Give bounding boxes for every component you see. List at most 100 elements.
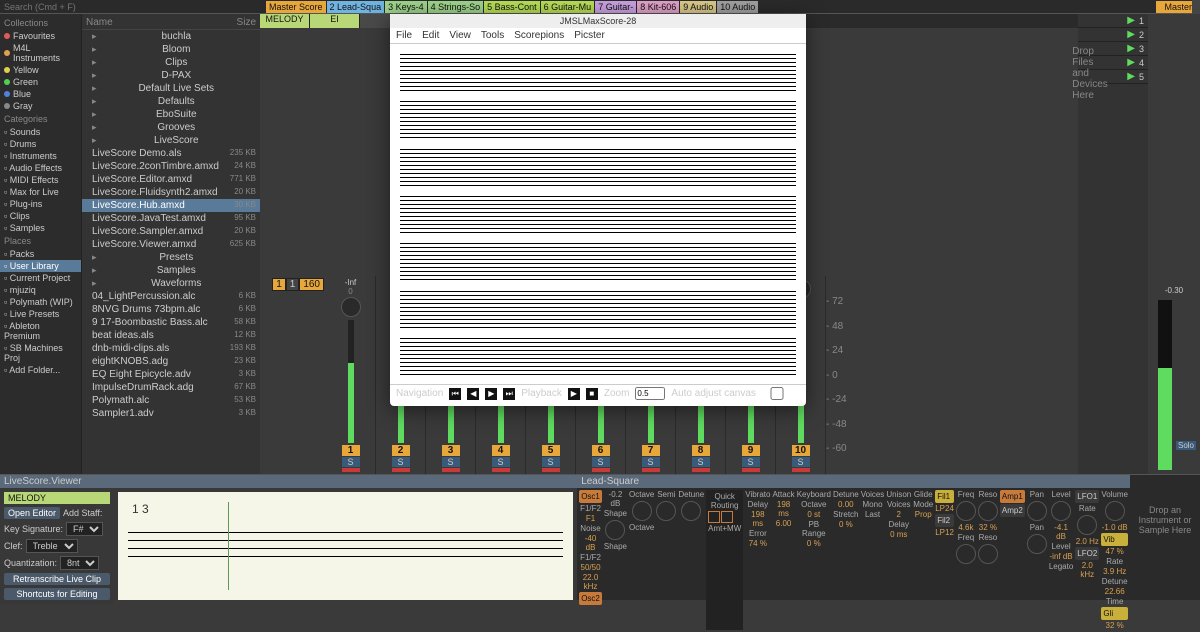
legato[interactable]: Legato	[1049, 562, 1073, 571]
fil1-button[interactable]: Fil1	[935, 490, 954, 503]
file-row[interactable]: 04_LightPercussion.alc6 KB	[82, 290, 260, 303]
level-knob[interactable]	[1051, 501, 1071, 521]
shortcuts-button[interactable]: Shortcuts for Editing	[4, 588, 110, 600]
category-item[interactable]: ▫ Sounds	[0, 126, 81, 138]
auto-adjust-checkbox[interactable]	[762, 387, 792, 400]
nav-prev-icon[interactable]: ◀	[467, 388, 479, 400]
file-row[interactable]: ImpulseDrumRack.adg67 KB	[82, 381, 260, 394]
file-row[interactable]: LiveScore.JavaTest.amxd95 KB	[82, 212, 260, 225]
category-item[interactable]: ▫ Instruments	[0, 150, 81, 162]
track-tab[interactable]: 6 Guitar-Mu	[541, 1, 595, 13]
open-editor-button[interactable]: Open Editor	[4, 507, 60, 519]
category-item[interactable]: ▫ MIDI Effects	[0, 174, 81, 186]
score-window[interactable]: JMSLMaxScore-28 FileEditViewToolsScorepi…	[390, 14, 806, 406]
score-menu-item[interactable]: Picster	[574, 30, 605, 41]
folder-row[interactable]: Clips	[82, 56, 260, 69]
mixer-channel[interactable]: -Inf01S	[326, 276, 376, 474]
oct-knob[interactable]	[632, 501, 652, 521]
place-item[interactable]: ▫ Polymath (WIP)	[0, 296, 81, 308]
track-tab[interactable]: 8 Kit-606	[637, 1, 679, 13]
folder-row[interactable]: Bloom	[82, 43, 260, 56]
drop-sample-area[interactable]: Drop an Instrument or Sample Here	[1130, 475, 1200, 600]
osc2-button[interactable]: Osc2	[579, 592, 602, 605]
file-row[interactable]: dnb-midi-clips.als193 KB	[82, 342, 260, 355]
track-tab[interactable]: 5 Bass-Cont	[484, 1, 540, 13]
place-item[interactable]: ▫ SB Machines Proj	[0, 342, 81, 364]
place-item[interactable]: ▫ User Library	[0, 260, 81, 272]
zoom-input[interactable]	[635, 387, 665, 400]
scene-row[interactable]: ▶1	[1078, 14, 1148, 28]
quant-select[interactable]: 8nt	[60, 556, 99, 570]
track-tab[interactable]: 7 Guitar-	[595, 1, 636, 13]
place-item[interactable]: ▫ Ableton Premium	[0, 320, 81, 342]
khz-val[interactable]: 22.0 kHz	[579, 573, 602, 591]
clip-slot[interactable]: EI	[310, 14, 360, 28]
collection-item[interactable]: Favourites	[0, 30, 81, 42]
scene-row[interactable]: ▶2	[1078, 28, 1148, 42]
file-row[interactable]: eightKNOBS.adg23 KB	[82, 355, 260, 368]
folder-row[interactable]: Grooves	[82, 121, 260, 134]
reso2-knob[interactable]	[978, 544, 998, 564]
semi-knob[interactable]	[656, 501, 676, 521]
collection-item[interactable]: Gray	[0, 100, 81, 112]
score-menu-item[interactable]: Tools	[481, 30, 504, 41]
collection-item[interactable]: M4L Instruments	[0, 42, 81, 64]
file-row[interactable]: LiveScore Demo.als235 KB	[82, 147, 260, 160]
last[interactable]: Last	[861, 510, 885, 519]
place-item[interactable]: ▫ Add Folder...	[0, 364, 81, 376]
search-input[interactable]	[0, 1, 260, 13]
folder-row[interactable]: Presets	[82, 251, 260, 264]
nav-first-icon[interactable]: ⏮	[449, 388, 461, 400]
vol-knob[interactable]	[1105, 501, 1125, 521]
v000[interactable]: 0.00	[833, 500, 859, 509]
v0ms[interactable]: 0 ms	[886, 530, 911, 539]
col-name[interactable]: Name	[86, 17, 113, 28]
file-row[interactable]: EQ Eight Epicycle.adv3 KB	[82, 368, 260, 381]
category-item[interactable]: ▫ Drums	[0, 138, 81, 150]
pan-knob[interactable]	[1027, 501, 1047, 521]
score-menu-item[interactable]: View	[449, 30, 471, 41]
retranscribe-button[interactable]: Retranscribe Live Clip	[4, 573, 110, 585]
folder-row[interactable]: LiveScore	[82, 134, 260, 147]
col-size[interactable]: Size	[237, 17, 256, 28]
nav-last-icon[interactable]: ⏭	[503, 388, 515, 400]
score-menu-item[interactable]: Scorepions	[514, 30, 564, 41]
track-tab[interactable]: 9 Audio	[680, 1, 716, 13]
place-item[interactable]: ▫ Current Project	[0, 272, 81, 284]
v74[interactable]: 74 %	[745, 539, 770, 548]
play-icon[interactable]: ▶	[568, 388, 580, 400]
place-item[interactable]: ▫ mjuziq	[0, 284, 81, 296]
edge-handle[interactable]	[1192, 0, 1200, 14]
file-row[interactable]: Sampler1.adv3 KB	[82, 407, 260, 420]
shape-knob[interactable]	[605, 520, 625, 540]
folder-row[interactable]: Default Live Sets	[82, 82, 260, 95]
file-row[interactable]: LiveScore.Sampler.amxd20 KB	[82, 225, 260, 238]
score-menu-item[interactable]: Edit	[422, 30, 439, 41]
f1-val[interactable]: F1	[579, 514, 602, 523]
collection-item[interactable]: Blue	[0, 88, 81, 100]
folder-row[interactable]: Samples	[82, 264, 260, 277]
track-tab[interactable]: Master Score	[266, 1, 326, 13]
keysig-select[interactable]: F#	[66, 522, 103, 536]
file-row[interactable]: LiveScore.Fluidsynth2.amxd20 KB	[82, 186, 260, 199]
folder-row[interactable]: Defaults	[82, 95, 260, 108]
file-row[interactable]: LiveScore.2conTimbre.amxd24 KB	[82, 160, 260, 173]
tempo-bpm[interactable]: 160	[300, 279, 323, 290]
track-tab[interactable]: 2 Lead-Squa	[327, 1, 385, 13]
prop[interactable]: Prop	[913, 510, 933, 519]
file-row[interactable]: beat ideas.als12 KB	[82, 329, 260, 342]
v198a[interactable]: 198 ms	[745, 510, 770, 528]
vib-button[interactable]: Vib	[1101, 533, 1128, 546]
fil2-button[interactable]: Fil2	[935, 514, 954, 527]
folder-row[interactable]: Waveforms	[82, 277, 260, 290]
freq2-knob[interactable]	[956, 544, 976, 564]
nav-next-icon[interactable]: ▶	[485, 388, 497, 400]
category-item[interactable]: ▫ Max for Live	[0, 186, 81, 198]
v0a[interactable]: 0 %	[797, 539, 831, 548]
pan-knob[interactable]	[341, 297, 361, 317]
rate-knob[interactable]	[1077, 515, 1097, 535]
clip-slot[interactable]: MELODY	[260, 14, 310, 28]
lfo2-button[interactable]: LFO2	[1075, 547, 1099, 560]
amp2-button[interactable]: Amp2	[1000, 504, 1025, 517]
gli-button[interactable]: Gli	[1101, 607, 1128, 620]
